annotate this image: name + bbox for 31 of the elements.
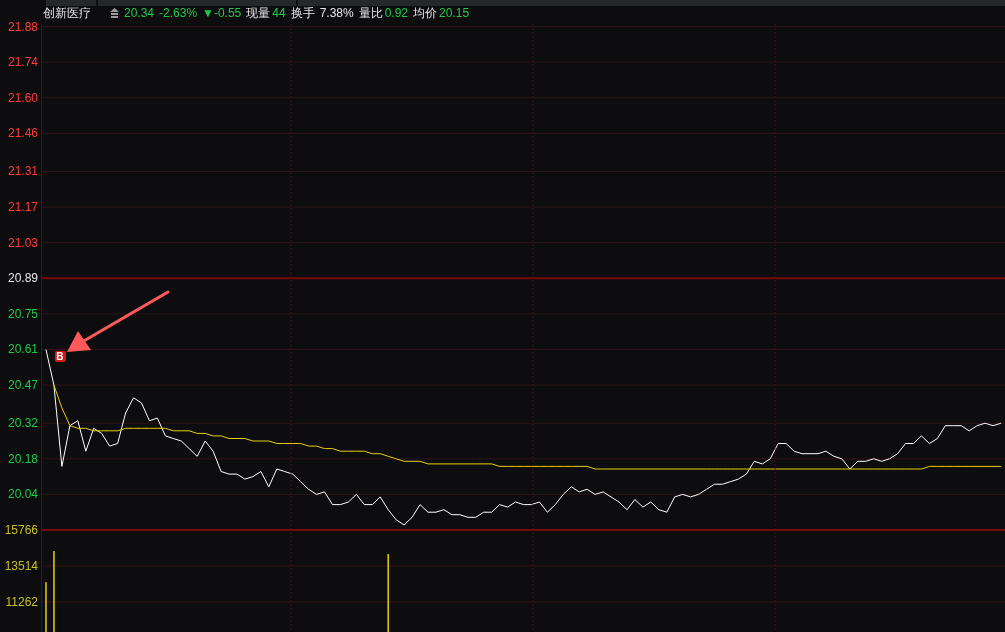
price-axis-label: 20.32 — [7, 416, 38, 431]
price-axis-label: 20.89 — [7, 271, 38, 286]
quote-label: 均价 — [413, 7, 438, 19]
price-axis-label: 21.17 — [7, 200, 38, 215]
price-axis-label: 20.18 — [7, 451, 38, 466]
price-axis-label: 21.88 — [7, 20, 38, 34]
price-axis-label: 21.46 — [7, 126, 38, 141]
quote-value: 44 — [272, 7, 286, 19]
quote-label: 7.38% — [319, 7, 354, 19]
quote-value: -2.63% — [159, 7, 198, 19]
price-axis-label: 20.75 — [7, 306, 38, 321]
quote-value: ▼-0.55 — [202, 7, 242, 19]
price-axis-label: 20.61 — [7, 342, 38, 357]
price-axis-label: 21.60 — [7, 90, 38, 105]
price-axis-label: 20.04 — [7, 487, 38, 502]
volume-axis-label: 13514 — [4, 559, 38, 573]
quote-value: 20.34 — [124, 7, 155, 19]
price-axis-label: 21.03 — [7, 235, 38, 250]
stack-icon[interactable] — [110, 8, 119, 18]
price-axis-label: 20.47 — [7, 378, 38, 393]
price-axis-label: 21.74 — [7, 55, 38, 70]
volume-axis-label: 11262 — [5, 595, 38, 609]
price-axis-label: 21.31 — [7, 164, 38, 179]
quote-label: 现量 — [246, 7, 271, 19]
quote-label: 量比 — [358, 7, 383, 19]
quote-value: 20.15 — [439, 7, 470, 19]
buy-marker: B — [54, 350, 66, 363]
volume-axis-label: 15766 — [4, 523, 38, 537]
stock-name: 创新医疗 — [43, 7, 91, 19]
quote-label: 换手 — [290, 7, 315, 19]
quote-value: 0.92 — [384, 7, 409, 19]
